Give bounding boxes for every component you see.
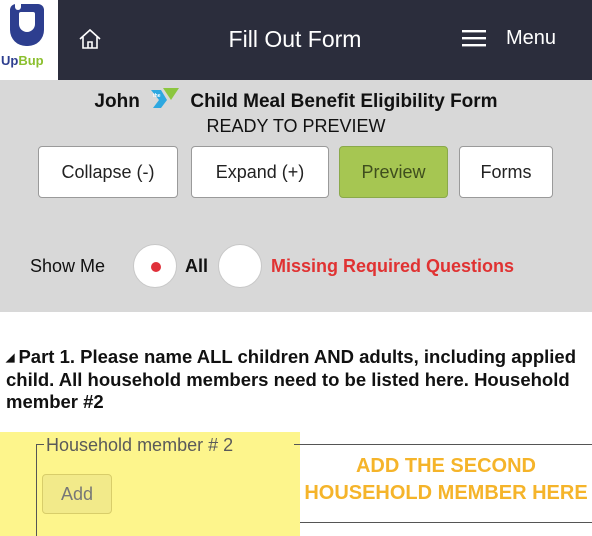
home-icon[interactable]	[78, 28, 102, 50]
part1-heading-text: Part 1. Please name ALL children AND adu…	[6, 346, 576, 412]
radio-selected-dot	[151, 262, 161, 272]
fieldset-border	[294, 444, 592, 445]
add-household-member-button[interactable]: Add	[42, 474, 112, 514]
upbup-logo[interactable]: UpBup	[0, 0, 58, 80]
hamburger-menu-icon[interactable]	[462, 28, 486, 48]
logo-cup-icon	[10, 0, 44, 46]
preview-button[interactable]: Preview	[339, 146, 448, 198]
part1-heading[interactable]: ◢ Part 1. Please name ALL children AND ad…	[6, 346, 586, 413]
form-title-name: John	[94, 91, 140, 112]
form-control-panel: John the Child Meal Benefit Eligibility …	[0, 80, 592, 312]
expand-button[interactable]: Expand (+)	[191, 146, 329, 198]
show-me-label: Show Me	[30, 256, 106, 276]
instruction-callout: ADD THE SECOND HOUSEHOLD MEMBER HERE	[304, 455, 588, 504]
form-title: John the Child Meal Benefit Eligibility …	[0, 86, 592, 115]
household-member-legend: Household member # 2	[46, 435, 234, 455]
filter-missing-label[interactable]: Missing Required Questions	[271, 254, 514, 278]
form-title-text: Child Meal Benefit Eligibility Form	[190, 91, 498, 112]
menu-button-label[interactable]: Menu	[506, 24, 556, 52]
collapse-button[interactable]: Collapse (-)	[38, 146, 178, 198]
form-status: READY TO PREVIEW	[206, 116, 386, 136]
collapse-triangle-icon[interactable]: ◢	[6, 347, 14, 369]
fieldset-border	[36, 444, 37, 536]
filter-missing-radio[interactable]	[218, 244, 262, 288]
forms-button[interactable]: Forms	[459, 146, 553, 198]
fieldset-border	[36, 444, 44, 445]
svg-text:the: the	[153, 93, 161, 99]
nav-title: Fill Out Form	[228, 26, 362, 52]
ymca-logo-icon: the	[151, 88, 180, 108]
filter-all-radio[interactable]	[133, 244, 177, 288]
logo-text: UpBup	[1, 53, 44, 68]
fieldset-border	[300, 522, 592, 523]
filter-all-label[interactable]: All	[185, 254, 208, 278]
top-nav-bar: UpBup Fill Out Form Menu	[0, 0, 592, 80]
